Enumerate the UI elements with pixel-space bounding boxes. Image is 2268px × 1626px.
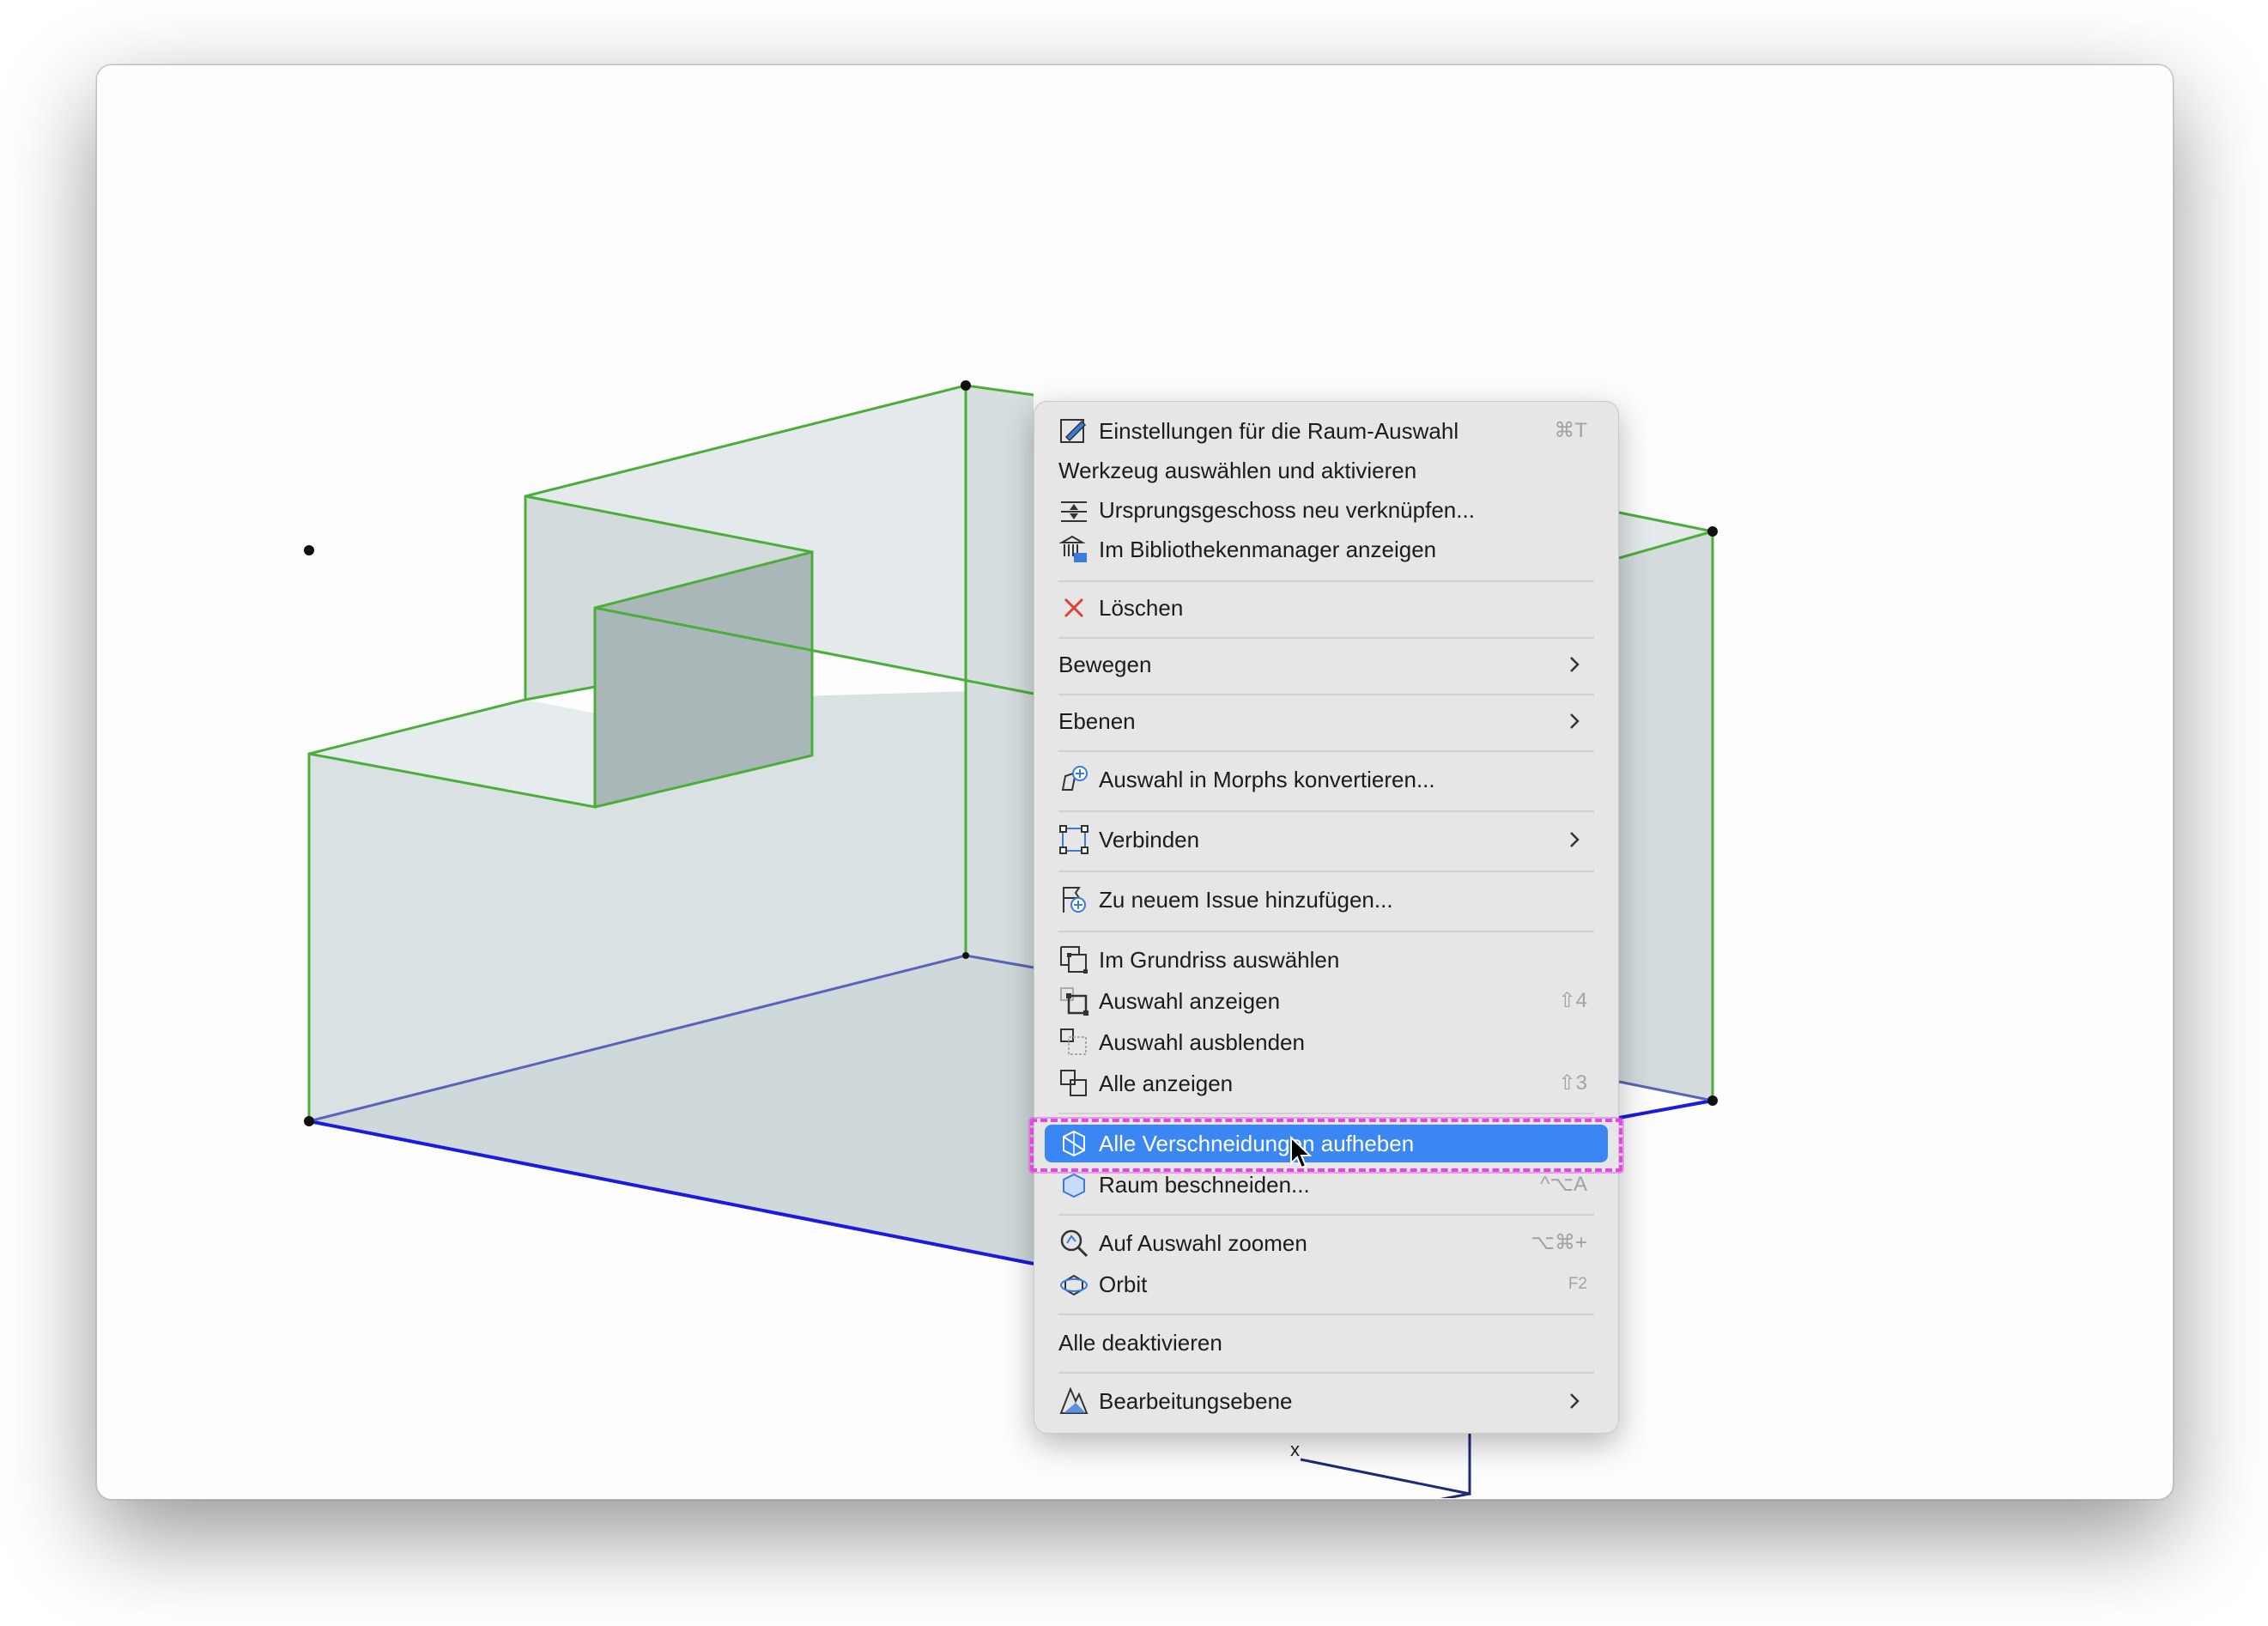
space-right-face <box>1619 513 1713 1101</box>
menu-item-ebenen[interactable]: Ebenen <box>1045 702 1608 740</box>
menu-item-label: Bewegen <box>1058 652 1152 677</box>
chevron-right-icon <box>1563 710 1586 732</box>
menu-item-label: Im Grundriss auswählen <box>1099 947 1340 973</box>
menu-separator <box>1058 637 1594 639</box>
menu-item-label: Auswahl ausblenden <box>1099 1029 1305 1055</box>
menu-item-auswahl-anzeigen[interactable]: Auswahl anzeigen ⇧4 <box>1045 982 1608 1020</box>
menu-item-issue[interactable]: Zu neuem Issue hinzufügen... <box>1045 881 1608 919</box>
menu-item-label: Ebenen <box>1058 708 1136 734</box>
hide-selection-icon <box>1058 1027 1089 1058</box>
shortcut-label: ⌘T <box>1554 419 1587 442</box>
show-all-icon <box>1058 1068 1089 1099</box>
menu-item-werkzeug[interactable]: Werkzeug auswählen und aktivieren <box>1045 452 1608 489</box>
menu-item-label: Alle deaktivieren <box>1058 1330 1222 1356</box>
settings-pencil-icon <box>1058 416 1089 446</box>
menu-separator <box>1058 810 1594 812</box>
show-selection-icon <box>1058 986 1089 1016</box>
issue-add-icon <box>1058 884 1089 915</box>
menu-item-einstellungen[interactable]: Einstellungen für die Raum-Auswahl ⌘T <box>1045 412 1608 450</box>
menu-item-bewegen[interactable]: Bewegen <box>1045 646 1608 683</box>
menu-item-auswahl-ausblenden[interactable]: Auswahl ausblenden <box>1045 1023 1608 1061</box>
context-menu: Einstellungen für die Raum-Auswahl ⌘T We… <box>1034 401 1619 1434</box>
menu-separator <box>1058 750 1594 752</box>
menu-item-label: Löschen <box>1099 595 1184 621</box>
morph-icon <box>1058 764 1089 795</box>
menu-separator <box>1058 1372 1594 1374</box>
menu-item-label: Alle anzeigen <box>1099 1071 1234 1096</box>
menu-separator <box>1058 694 1594 695</box>
menu-item-label: Zu neuem Issue hinzufügen... <box>1099 887 1393 913</box>
menu-item-label: Verbinden <box>1099 827 1200 852</box>
editing-plane-icon <box>1058 1386 1089 1417</box>
shortcut-label: ⇧3 <box>1558 1071 1587 1095</box>
story-link-icon <box>1058 494 1089 525</box>
focus-highlight-outline <box>1030 1119 1622 1172</box>
zoom-selection-icon <box>1058 1228 1089 1259</box>
menu-item-verbinden[interactable]: Verbinden <box>1045 821 1608 859</box>
menu-item-label: Auswahl anzeigen <box>1099 988 1281 1014</box>
menu-item-label: Werkzeug auswählen und aktivieren <box>1058 458 1417 483</box>
menu-item-orbit[interactable]: Orbit F2 <box>1045 1265 1608 1303</box>
menu-item-label: Im Bibliothekenmanager anzeigen <box>1099 537 1437 562</box>
chevron-right-icon <box>1563 653 1586 676</box>
menu-separator <box>1058 1314 1594 1315</box>
menu-item-label: Orbit <box>1099 1271 1148 1297</box>
menu-item-label: Bearbeitungsebene <box>1099 1388 1293 1414</box>
menu-item-alle-deaktivieren[interactable]: Alle deaktivieren <box>1045 1324 1608 1362</box>
menu-item-morphs[interactable]: Auswahl in Morphs konvertieren... <box>1045 761 1608 798</box>
shortcut-label: F2 <box>1568 1275 1587 1293</box>
space-back-face <box>966 385 1034 968</box>
trim-space-icon <box>1058 1169 1089 1200</box>
chevron-right-icon <box>1563 828 1586 851</box>
menu-item-label: Auswahl in Morphs konvertieren... <box>1099 767 1435 792</box>
floorplan-select-icon <box>1058 944 1089 975</box>
menu-item-bibliothekenmanager[interactable]: Im Bibliothekenmanager anzeigen <box>1045 531 1608 568</box>
connect-icon <box>1058 824 1089 855</box>
menu-separator <box>1058 1113 1594 1114</box>
menu-item-alle-anzeigen[interactable]: Alle anzeigen ⇧3 <box>1045 1065 1608 1102</box>
menu-separator <box>1058 1214 1594 1216</box>
menu-item-label: Auf Auswahl zoomen <box>1099 1230 1307 1256</box>
orbit-icon <box>1058 1269 1089 1300</box>
shortcut-label: ⇧4 <box>1558 989 1587 1012</box>
menu-item-loeschen[interactable]: Löschen <box>1045 589 1608 627</box>
axis-x-label: x <box>1290 1439 1300 1460</box>
menu-item-zoomen[interactable]: Auf Auswahl zoomen ⌥⌘+ <box>1045 1224 1608 1262</box>
menu-item-label: Einstellungen für die Raum-Auswahl <box>1099 418 1459 444</box>
menu-separator <box>1058 931 1594 932</box>
menu-item-label: Ursprungsgeschoss neu verknüpfen... <box>1099 497 1475 523</box>
menu-item-grundriss[interactable]: Im Grundriss auswählen <box>1045 941 1608 979</box>
shortcut-label: ⌥⌘+ <box>1531 1231 1587 1254</box>
axis-gizmo <box>1300 1434 1471 1498</box>
menu-item-ursprungsgeschoss[interactable]: Ursprungsgeschoss neu verknüpfen... <box>1045 491 1608 529</box>
menu-item-bearbeitungsebene[interactable]: Bearbeitungsebene <box>1045 1382 1608 1420</box>
menu-separator <box>1058 580 1594 582</box>
library-icon <box>1058 534 1089 565</box>
mouse-pointer-icon <box>1290 1136 1313 1169</box>
chevron-right-icon <box>1563 1390 1586 1412</box>
menu-separator <box>1058 871 1594 872</box>
delete-x-icon <box>1058 592 1089 623</box>
